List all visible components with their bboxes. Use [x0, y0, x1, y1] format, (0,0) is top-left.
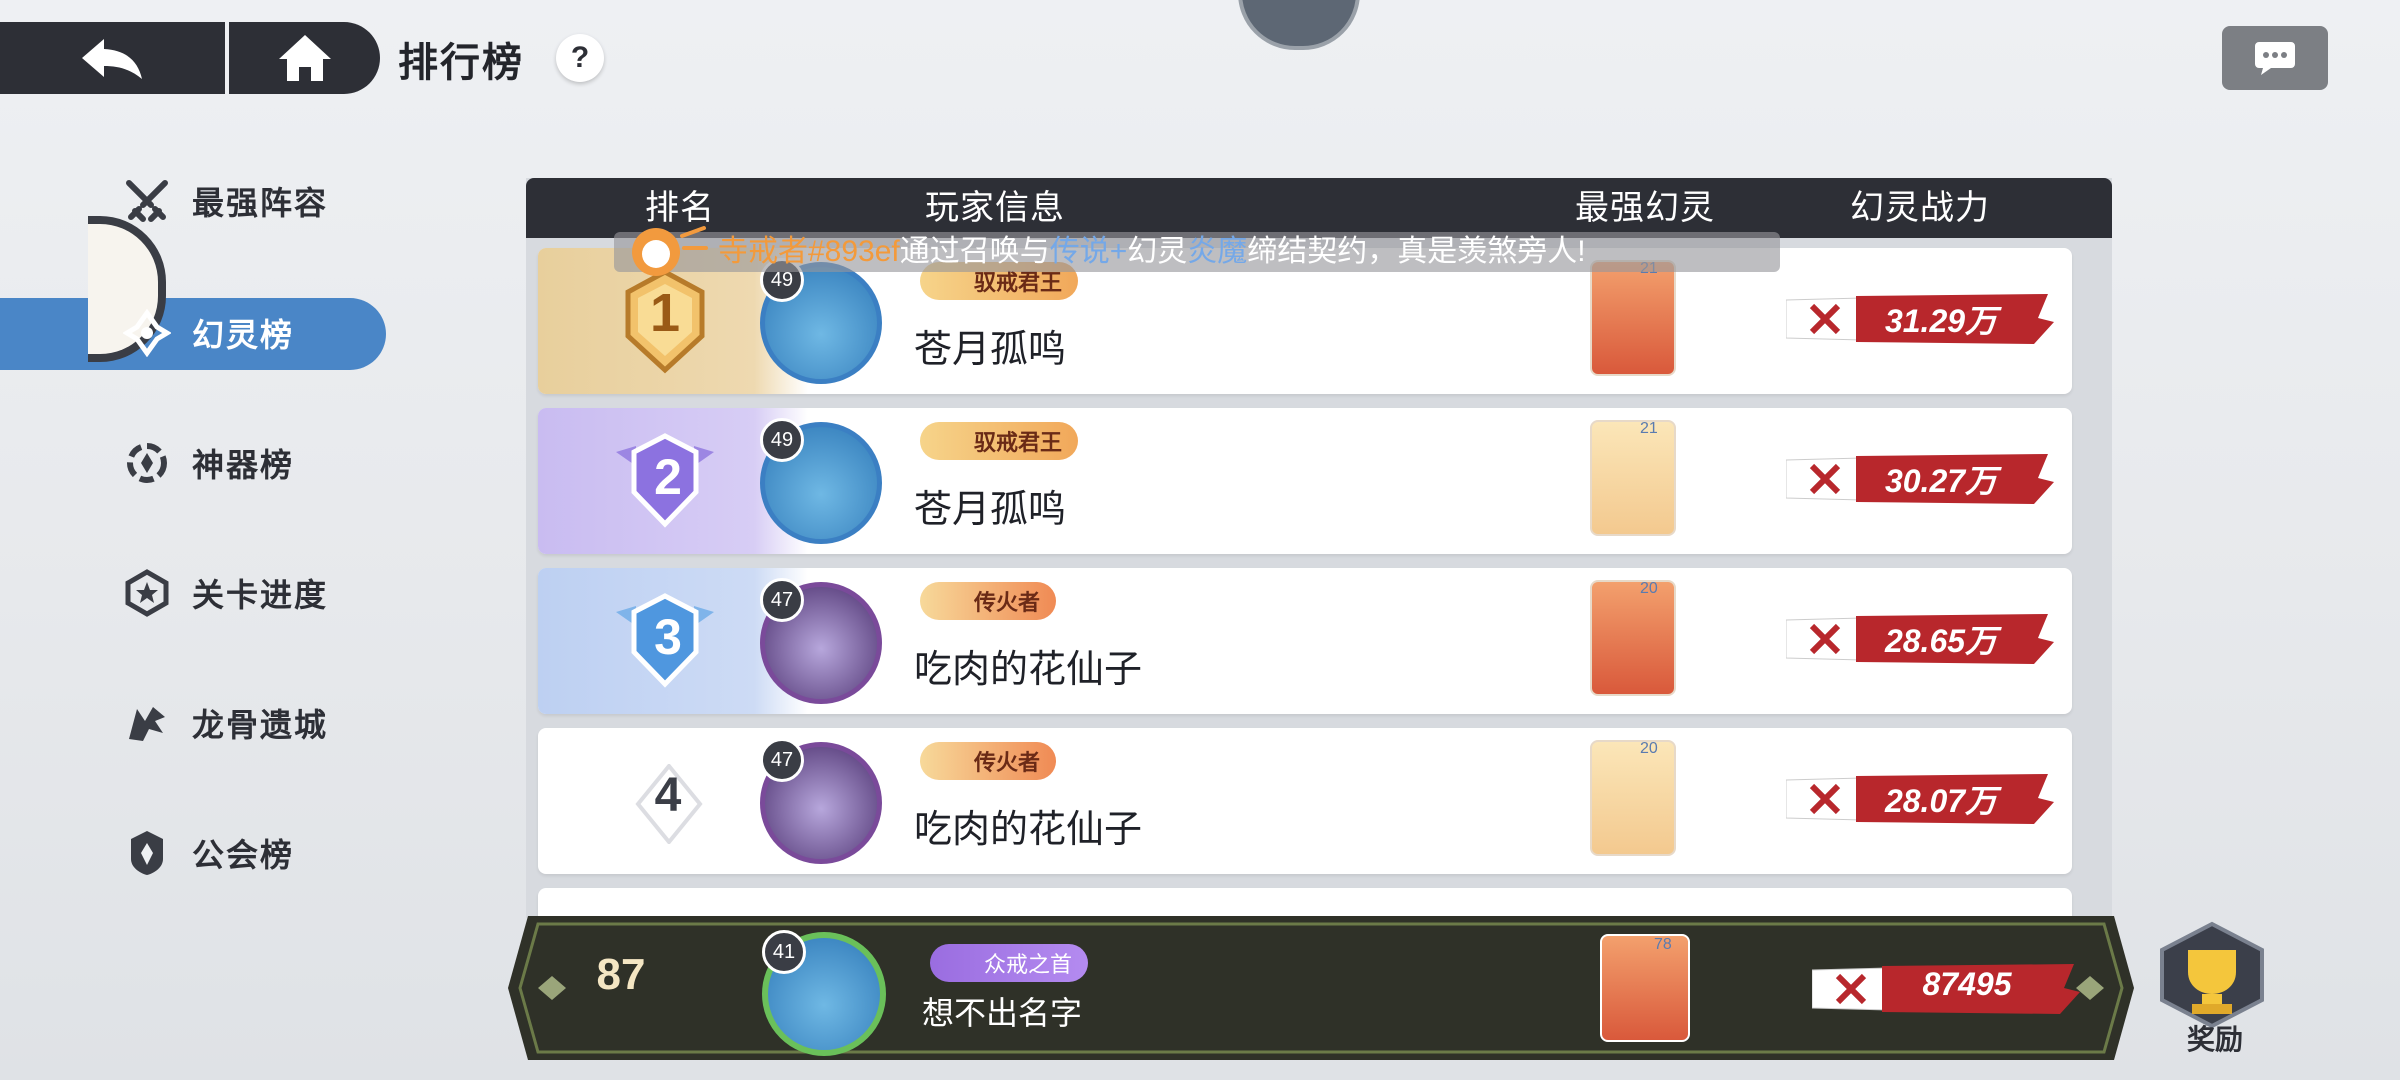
page-title: 排行榜	[398, 41, 524, 85]
my-title-badge: 众戒之首	[930, 944, 1089, 982]
mascot-avatar-button[interactable]	[1238, 0, 1360, 50]
player-name: 苍月孤鸣	[914, 489, 1067, 531]
strongest-spirit-card[interactable]	[1590, 420, 1676, 536]
column-header-spirit-power: 幻灵战力	[1850, 189, 1990, 227]
rank-number: 2	[654, 449, 682, 505]
sidebar-item-strongest-lineup[interactable]: 最强阵容	[120, 166, 380, 236]
sidebar-item-stage-progress[interactable]: 关卡进度	[120, 558, 380, 628]
player-title-badge: 传火者	[920, 742, 1057, 780]
home-icon	[279, 35, 331, 81]
trophy-chest-icon	[2160, 921, 2264, 1029]
strongest-spirit-card[interactable]	[1590, 740, 1676, 856]
artifact-icon	[120, 436, 174, 490]
spirit-power-value: 30.27万	[1884, 463, 1998, 499]
player-name: 吃肉的花仙子	[914, 809, 1143, 851]
sidebar-item-label: 公会榜	[192, 837, 295, 873]
player-level-badge: 47	[760, 578, 804, 622]
toast-text: 通过召唤与	[899, 235, 1050, 268]
strongest-spirit-card[interactable]	[1590, 260, 1676, 376]
help-button[interactable]: ?	[556, 34, 604, 82]
toast-quality: 传说+	[1049, 235, 1128, 268]
my-spirit-level: 78	[1654, 936, 1672, 953]
sidebar-item-artifact-ranking[interactable]: 神器榜	[120, 428, 380, 498]
toast-text: 缔结契约，真是羡煞旁人!	[1247, 235, 1586, 268]
sidebar-item-label: 幻灵榜	[192, 317, 295, 353]
sword-power-icon	[1809, 783, 1841, 815]
announcement-mascot-icon	[632, 226, 708, 276]
player-title-badge: 传火者	[920, 582, 1057, 620]
sidebar-item-label: 最强阵容	[192, 185, 329, 221]
sword-power-icon	[1809, 623, 1841, 655]
toast-text: 幻灵	[1127, 235, 1188, 268]
player-level-badge: 47	[760, 738, 804, 782]
star-shield-icon	[120, 566, 174, 620]
back-button[interactable]	[0, 22, 225, 94]
spirit-power-value: 28.07万	[1884, 783, 1998, 819]
toast-spirit-name: 炎魔	[1187, 235, 1248, 268]
spirit-power-banner: 31.29万	[1786, 292, 2056, 346]
player-level-badge: 49	[760, 418, 804, 462]
summon-announcement-toast: 寺戒者#893ef通过召唤与传说+幻灵炎魔缔结契约，真是羡煞旁人!	[614, 232, 1780, 272]
player-name: 吃肉的花仙子	[914, 649, 1143, 691]
sword-power-icon	[1809, 303, 1841, 335]
spirit-power-banner: 30.27万	[1786, 452, 2056, 506]
my-rank-number: 87	[596, 950, 646, 999]
spirit-level: 21	[1640, 420, 1658, 437]
back-arrow-icon	[81, 39, 142, 79]
sidebar-item-guild-ranking[interactable]: 公会榜	[120, 818, 380, 888]
my-spirit-power-banner: 87495	[1812, 962, 2082, 1016]
sidebar-item-label: 神器榜	[192, 447, 295, 483]
player-title-badge: 驭戒君王	[920, 422, 1079, 460]
my-strongest-spirit-card[interactable]	[1600, 934, 1690, 1042]
dragon-icon	[120, 696, 174, 750]
rank-number: 1	[649, 283, 681, 343]
player-name: 苍月孤鸣	[914, 329, 1067, 371]
sword-power-icon	[1809, 463, 1841, 495]
my-level-badge: 41	[762, 930, 806, 974]
spirit-power-banner: 28.07万	[1786, 772, 2056, 826]
sidebar-item-dragon-bone-city[interactable]: 龙骨遗城	[120, 688, 380, 758]
guild-icon	[120, 826, 174, 880]
strongest-spirit-card[interactable]	[1590, 580, 1676, 696]
spirit-power-value: 28.65万	[1884, 623, 1998, 659]
my-spirit-power-value: 87495	[1922, 966, 2012, 1002]
spirit-icon	[120, 306, 174, 360]
rank-number: 3	[654, 609, 682, 665]
spirit-level: 20	[1640, 580, 1658, 597]
spirit-power-value: 31.29万	[1884, 303, 1998, 339]
sword-power-icon	[1835, 973, 1867, 1005]
table-row[interactable]: 2 49 驭戒君王 苍月孤鸣 21 30.27万	[538, 408, 2072, 554]
table-row[interactable]: 4 47 传火者 吃肉的花仙子 20 28.07万	[538, 728, 2072, 874]
toast-player-name: 寺戒者#893ef	[718, 235, 900, 268]
top-divider	[225, 22, 229, 94]
table-row[interactable]: 3 47 传火者 吃肉的花仙子 20 28.65万	[538, 568, 2072, 714]
home-button[interactable]	[240, 22, 370, 94]
sidebar-item-label: 关卡进度	[192, 577, 329, 613]
sidebar-item-spirit-ranking[interactable]: 幻灵榜	[120, 298, 380, 368]
reward-label: 奖励	[2186, 1024, 2243, 1055]
column-header-player-info: 玩家信息	[925, 189, 1065, 227]
spirit-level: 20	[1640, 740, 1658, 757]
my-player-name: 想不出名字	[922, 995, 1083, 1031]
chat-button[interactable]	[2222, 26, 2328, 90]
spirit-power-banner: 28.65万	[1786, 612, 2056, 666]
chat-bubble-icon	[2255, 42, 2295, 75]
column-header-strongest-spirit: 最强幻灵	[1575, 189, 1715, 227]
sidebar-item-label: 龙骨遗城	[192, 707, 329, 743]
crossed-swords-icon	[120, 174, 174, 228]
rank-number: 4	[654, 769, 682, 822]
